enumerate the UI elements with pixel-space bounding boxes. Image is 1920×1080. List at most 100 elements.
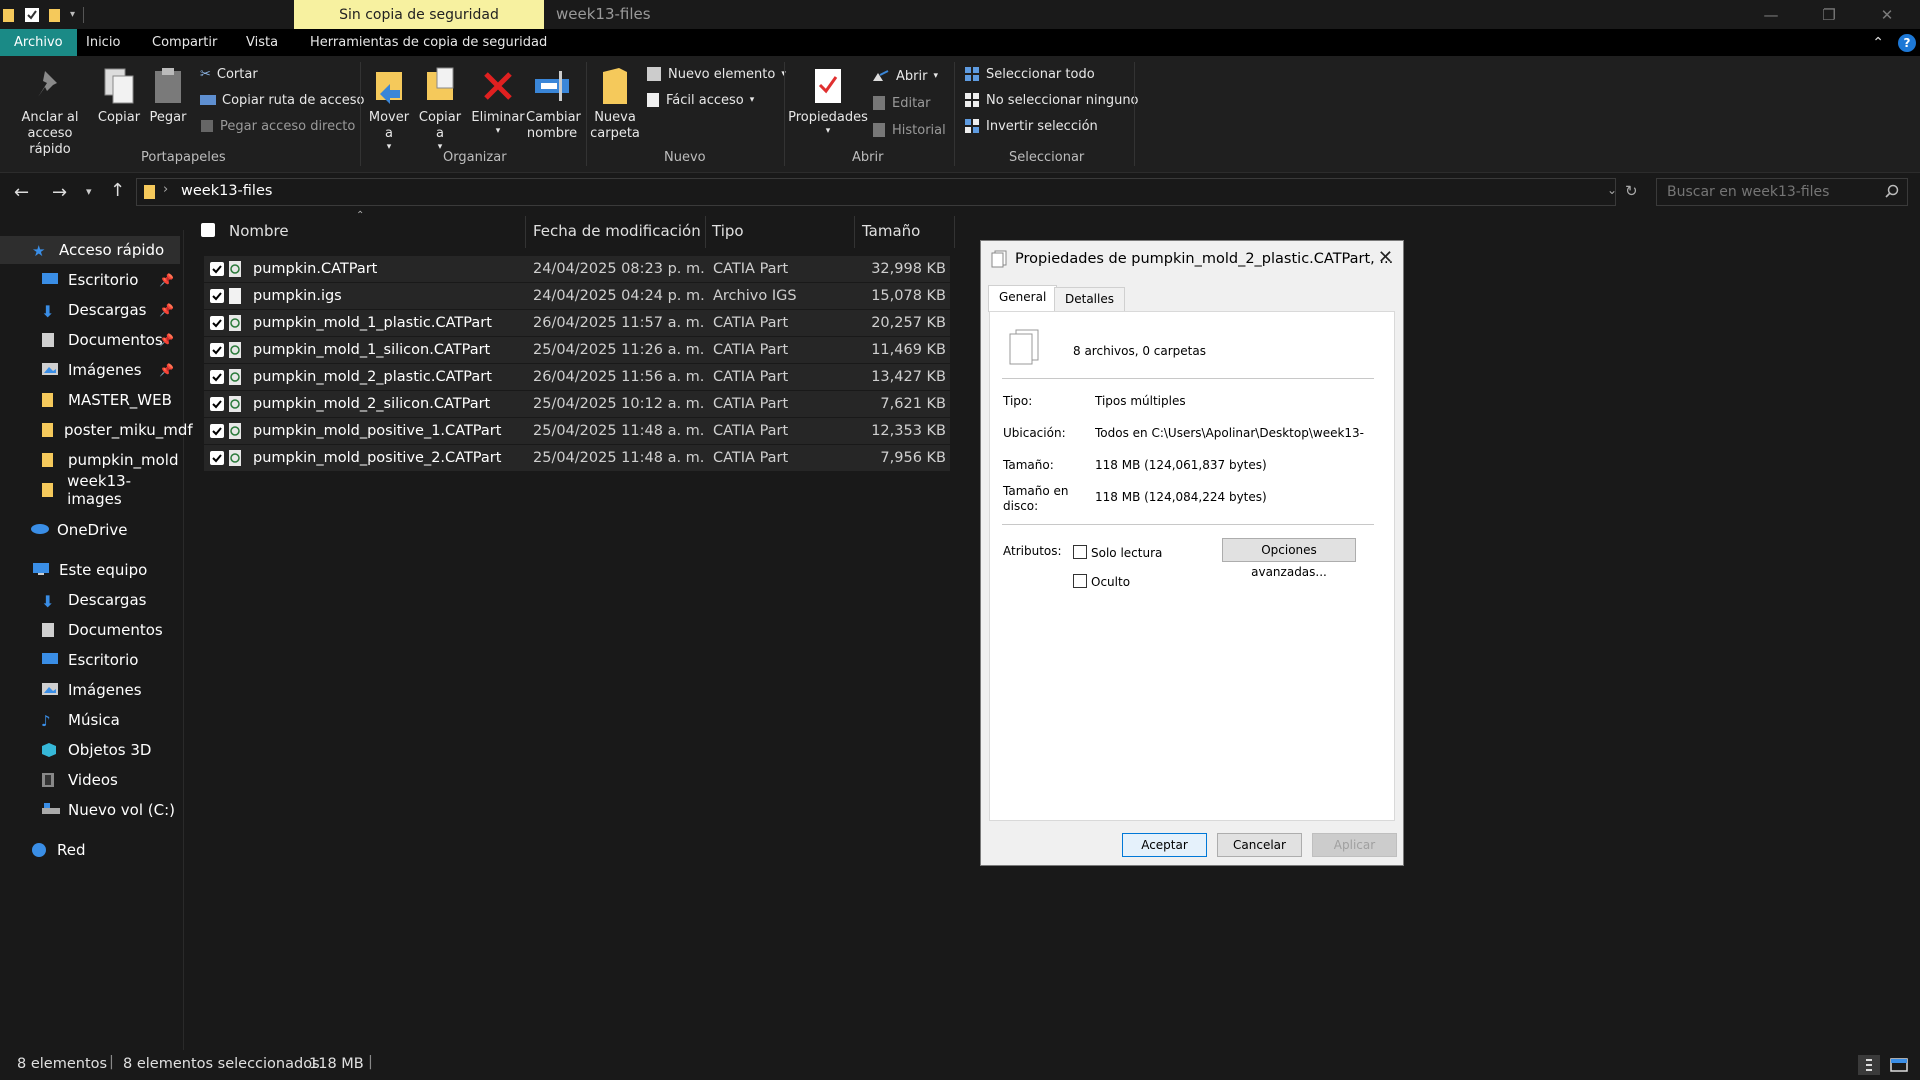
sidebar-item-red[interactable]: Red xyxy=(0,836,180,864)
row-checkbox-checked[interactable] xyxy=(210,316,224,330)
row-checkbox-checked[interactable] xyxy=(210,451,224,465)
sidebar-item-pc-descargas[interactable]: ⬇ Descargas xyxy=(0,586,180,614)
column-header-date[interactable]: Fecha de modificación xyxy=(533,218,701,244)
tab-inicio[interactable]: Inicio xyxy=(72,29,134,56)
select-all-button[interactable]: Seleccionar todo xyxy=(964,63,1095,85)
file-row[interactable]: pumpkin_mold_positive_1.CATPart 25/04/20… xyxy=(204,418,950,444)
move-to-button[interactable]: Mover a ▾ xyxy=(368,64,410,152)
accept-button[interactable]: Aceptar xyxy=(1122,833,1207,857)
sidebar-item-poster-miku[interactable]: poster_miku_mdf xyxy=(0,416,193,444)
sidebar-item-pc-videos[interactable]: Videos xyxy=(0,766,180,794)
new-item-button[interactable]: Nuevo elemento▾ xyxy=(646,63,786,85)
file-row[interactable]: pumpkin_mold_2_silicon.CATPart 25/04/202… xyxy=(204,391,950,417)
address-dropdown-icon[interactable]: ⌄ xyxy=(1607,183,1617,197)
column-divider[interactable] xyxy=(854,216,855,248)
new-folder-icon[interactable] xyxy=(48,7,62,23)
rename-button[interactable]: Cambiar nombre xyxy=(526,64,581,142)
tab-vista[interactable]: Vista xyxy=(232,29,292,56)
paste-button[interactable]: Pegar xyxy=(146,64,190,126)
file-row[interactable]: pumpkin_mold_positive_2.CATPart 25/04/20… xyxy=(204,445,950,471)
sidebar-item-pc-imagenes[interactable]: Imágenes xyxy=(0,676,180,704)
search-input[interactable] xyxy=(1657,179,1877,205)
cut-button[interactable]: ✂ Cortar xyxy=(200,63,258,85)
copy-button[interactable]: Copiar xyxy=(96,64,142,126)
file-row[interactable]: pumpkin.igs 24/04/2025 04:24 p. m. Archi… xyxy=(204,283,950,309)
sidebar-item-documentos[interactable]: Documentos 📌 xyxy=(0,326,180,354)
help-icon[interactable]: ? xyxy=(1898,33,1916,52)
address-bar[interactable]: › week13-files ⌄ ↻ xyxy=(136,178,1638,206)
cancel-button[interactable]: Cancelar xyxy=(1217,833,1302,857)
copy-path-button[interactable]: Copiar ruta de acceso xyxy=(200,89,365,111)
tab-detalles[interactable]: Detalles xyxy=(1054,287,1125,311)
sidebar-item-pc-disco-c[interactable]: Nuevo vol (C:) xyxy=(0,796,180,824)
select-none-button[interactable]: No seleccionar ninguno xyxy=(964,89,1139,111)
pin-icon[interactable]: 📌 xyxy=(159,303,174,317)
pin-icon[interactable]: 📌 xyxy=(159,363,174,377)
back-arrow-icon[interactable]: ← xyxy=(14,182,29,203)
file-row[interactable]: pumpkin.CATPart 24/04/2025 08:23 p. m. C… xyxy=(204,256,950,282)
sidebar-item-pc-documentos[interactable]: Documentos xyxy=(0,616,180,644)
new-folder-button[interactable]: Nueva carpeta xyxy=(590,64,640,142)
apply-button[interactable]: Aplicar xyxy=(1312,833,1397,857)
sidebar-item-pc-objetos-3d[interactable]: Objetos 3D xyxy=(0,736,180,764)
refresh-icon[interactable]: ↻ xyxy=(1625,182,1638,200)
properties-check-icon[interactable] xyxy=(24,7,40,23)
readonly-checkbox[interactable] xyxy=(1073,545,1087,559)
sidebar-item-week13-images[interactable]: week13-images xyxy=(0,472,180,508)
sidebar-item-descargas[interactable]: ⬇ Descargas 📌 xyxy=(0,296,180,324)
file-row[interactable]: pumpkin_mold_1_plastic.CATPart 26/04/202… xyxy=(204,310,950,336)
file-row[interactable]: pumpkin_mold_1_silicon.CATPart 25/04/202… xyxy=(204,337,950,363)
pin-icon[interactable]: 📌 xyxy=(159,333,174,347)
dialog-close-icon[interactable]: ✕ xyxy=(1378,247,1393,268)
select-all-checkbox[interactable] xyxy=(201,223,215,237)
sidebar-item-master-web[interactable]: MASTER_WEB xyxy=(0,386,180,414)
row-checkbox-checked[interactable] xyxy=(210,289,224,303)
copy-to-button[interactable]: Copiar a ▾ xyxy=(418,64,462,152)
sidebar-item-acceso-rapido[interactable]: ★ Acceso rápido xyxy=(0,236,180,264)
easy-access-button[interactable]: Fácil acceso ▾ xyxy=(646,89,754,111)
column-header-type[interactable]: Tipo xyxy=(712,218,744,244)
row-checkbox-checked[interactable] xyxy=(210,424,224,438)
large-icons-view-icon[interactable] xyxy=(1888,1055,1910,1075)
column-divider[interactable] xyxy=(954,216,955,248)
column-header-name[interactable]: Nombre xyxy=(229,218,289,244)
recent-locations-chevron-icon[interactable]: ▾ xyxy=(86,185,92,198)
tab-herramientas-copia[interactable]: Herramientas de copia de seguridad xyxy=(296,29,561,56)
sidebar-item-onedrive[interactable]: OneDrive xyxy=(0,516,180,544)
forward-arrow-icon[interactable]: → xyxy=(52,182,67,203)
up-arrow-icon[interactable]: ↑ xyxy=(110,180,125,201)
row-checkbox-checked[interactable] xyxy=(210,262,224,276)
sidebar-item-imagenes[interactable]: Imágenes 📌 xyxy=(0,356,180,384)
minimize-button[interactable]: — xyxy=(1742,0,1800,29)
row-checkbox-checked[interactable] xyxy=(210,397,224,411)
invert-selection-button[interactable]: Invertir selección xyxy=(964,115,1098,137)
advanced-options-button[interactable]: Opciones avanzadas... xyxy=(1222,538,1356,579)
maximize-button[interactable]: ❐ xyxy=(1800,0,1858,29)
hidden-checkbox[interactable] xyxy=(1073,574,1087,588)
column-divider[interactable] xyxy=(525,216,526,248)
tab-general[interactable]: General xyxy=(988,285,1058,312)
tab-compartir[interactable]: Compartir xyxy=(138,29,231,56)
breadcrumb-path[interactable]: week13-files xyxy=(181,183,272,199)
paste-shortcut-button[interactable]: Pegar acceso directo xyxy=(200,115,355,137)
open-button[interactable]: Abrir ▾ xyxy=(872,65,938,87)
column-header-size[interactable]: Tamaño xyxy=(862,218,920,244)
search-icon[interactable] xyxy=(1885,184,1899,198)
tab-archivo[interactable]: Archivo xyxy=(0,29,77,56)
collapse-ribbon-icon[interactable]: ⌃ xyxy=(1872,35,1884,51)
edit-button[interactable]: Editar xyxy=(872,92,931,114)
sidebar-item-pc-escritorio[interactable]: Escritorio xyxy=(0,646,180,674)
row-checkbox-checked[interactable] xyxy=(210,343,224,357)
sidebar-item-escritorio[interactable]: Escritorio 📌 xyxy=(0,266,180,294)
column-divider[interactable] xyxy=(705,216,706,248)
file-row[interactable]: pumpkin_mold_2_plastic.CATPart 26/04/202… xyxy=(204,364,950,390)
sidebar-item-este-equipo[interactable]: Este equipo xyxy=(0,556,180,584)
close-button[interactable]: ✕ xyxy=(1858,0,1916,29)
pin-quick-access-button[interactable]: Anclar al acceso rápido xyxy=(8,64,92,158)
customize-dropdown-icon[interactable]: ▾ xyxy=(70,9,75,20)
pin-icon[interactable]: 📌 xyxy=(159,273,174,287)
sidebar-item-pc-musica[interactable]: ♪ Música xyxy=(0,706,180,734)
sidebar-item-pumpkin-mold[interactable]: pumpkin_mold xyxy=(0,446,180,474)
search-box[interactable] xyxy=(1656,178,1908,206)
history-button[interactable]: Historial xyxy=(872,119,946,141)
